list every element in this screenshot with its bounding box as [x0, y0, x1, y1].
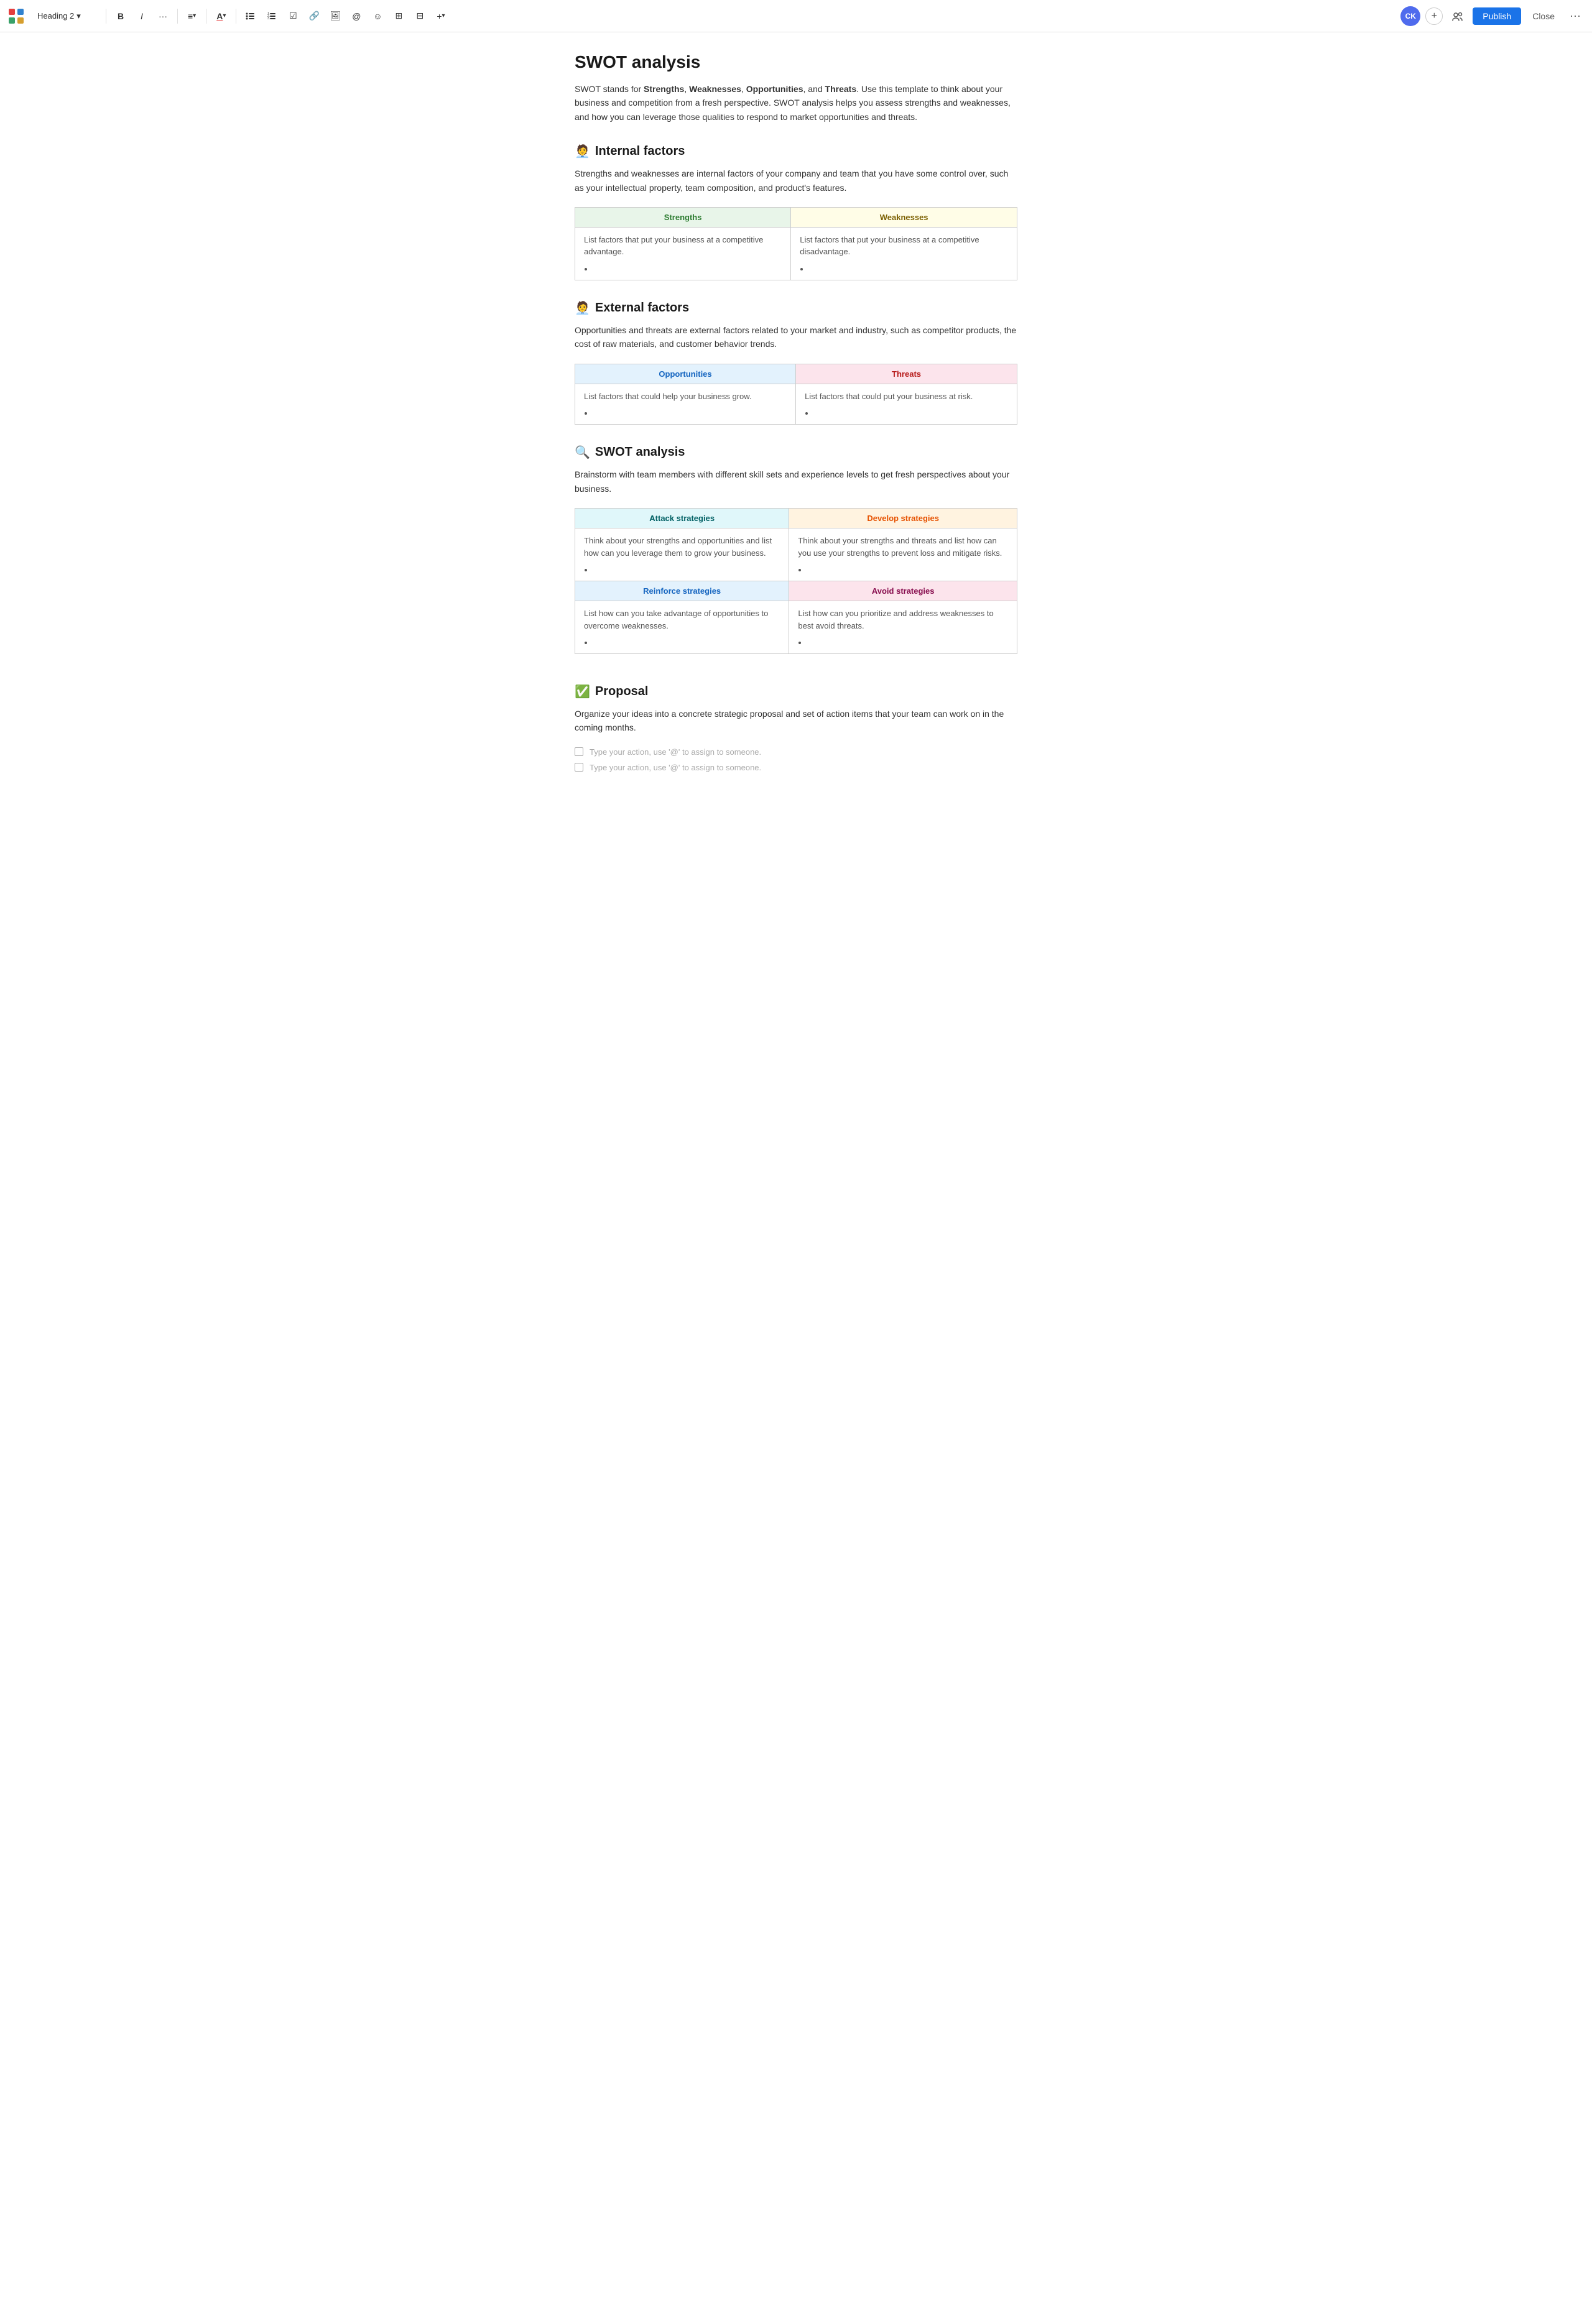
numbered-list-button[interactable]: 1.2.3. — [262, 7, 281, 25]
opportunities-header: Opportunities — [575, 364, 796, 384]
close-button[interactable]: Close — [1526, 7, 1561, 25]
reinforce-bullet-1 — [594, 638, 780, 647]
swot-analysis-intro: Brainstorm with team members with differ… — [575, 468, 1017, 496]
collaboration-button[interactable] — [1448, 6, 1468, 26]
publish-button[interactable]: Publish — [1473, 7, 1521, 25]
external-factors-intro: Opportunities and threats are external f… — [575, 323, 1017, 351]
strengths-cell[interactable]: List factors that put your business at a… — [575, 227, 791, 280]
internal-factors-heading: 🧑‍💼 Internal factors — [575, 144, 1017, 159]
insert-plus-icon: + — [437, 11, 442, 21]
proposal-intro: Organize your ideas into a concrete stra… — [575, 707, 1017, 735]
avoid-strategies-cell[interactable]: List how can you prioritize and address … — [789, 601, 1017, 654]
avoid-bullet-1 — [808, 638, 1008, 647]
threats-cell[interactable]: List factors that could put your busines… — [796, 384, 1017, 425]
weaknesses-cell[interactable]: List factors that put your business at a… — [791, 227, 1017, 280]
strengths-bullet-1 — [594, 264, 782, 274]
opportunities-cell[interactable]: List factors that could help your busine… — [575, 384, 796, 425]
document-content: SWOT analysis SWOT stands for Strengths,… — [560, 32, 1032, 828]
avoid-strategies-header: Avoid strategies — [789, 581, 1017, 601]
checklist-button[interactable]: ☑ — [284, 7, 302, 25]
weaknesses-header: Weaknesses — [791, 207, 1017, 227]
action-item-1: Type your action, use '@' to assign to s… — [575, 747, 1017, 757]
mention-button[interactable]: @ — [347, 7, 366, 25]
action-text-2[interactable]: Type your action, use '@' to assign to s… — [590, 763, 761, 772]
external-factors-heading: 🧑‍💼 External factors — [575, 300, 1017, 316]
insert-more-button[interactable]: + ▾ — [432, 7, 450, 25]
proposal-heading: ✅ Proposal — [575, 684, 1017, 699]
opportunities-bullet-1 — [594, 408, 787, 418]
add-collaborator-button[interactable]: + — [1425, 7, 1443, 25]
emoji-button[interactable]: ☺ — [368, 7, 387, 25]
external-icon: 🧑‍💼 — [575, 300, 590, 316]
app-logo — [7, 7, 25, 25]
bullet-list-button[interactable] — [241, 7, 260, 25]
heading-style-select[interactable]: Heading 2 ▾ — [32, 9, 101, 24]
link-button[interactable]: 🔗 — [305, 7, 323, 25]
proposal-icon: ✅ — [575, 684, 590, 699]
align-chevron-icon: ▾ — [193, 12, 196, 19]
columns-button[interactable]: ⊟ — [410, 7, 429, 25]
more-options-button[interactable]: ··· — [1566, 7, 1585, 25]
swot-analysis-table: Attack strategies Develop strategies Thi… — [575, 508, 1017, 654]
develop-bullet-1 — [808, 565, 1008, 574]
heading-style-label: Heading 2 — [37, 11, 74, 21]
toolbar-divider-2 — [177, 9, 178, 24]
strengths-header: Strengths — [575, 207, 791, 227]
attack-strategies-cell[interactable]: Think about your strengths and opportuni… — [575, 528, 789, 581]
insert-chevron-icon: ▾ — [442, 12, 445, 19]
action-checkbox-1[interactable] — [575, 747, 583, 756]
internal-icon: 🧑‍💼 — [575, 144, 590, 159]
italic-button[interactable]: I — [132, 7, 151, 25]
external-factors-table: Opportunities Threats List factors that … — [575, 364, 1017, 425]
svg-text:3.: 3. — [267, 17, 270, 21]
document-intro: SWOT stands for Strengths, Weaknesses, O… — [575, 82, 1017, 124]
action-text-1[interactable]: Type your action, use '@' to assign to s… — [590, 747, 761, 757]
toolbar: Heading 2 ▾ B I ··· ≡ ▾ A ▾ 1.2.3. ☑ 🔗 🖼… — [0, 0, 1592, 32]
font-color-button[interactable]: A ▾ — [211, 7, 231, 25]
font-color-label: A — [216, 11, 223, 21]
font-color-chevron-icon: ▾ — [223, 12, 226, 19]
internal-factors-intro: Strengths and weaknesses are internal fa… — [575, 167, 1017, 195]
develop-strategies-cell[interactable]: Think about your strengths and threats a… — [789, 528, 1017, 581]
avatar[interactable]: CK — [1400, 6, 1420, 26]
reinforce-strategies-cell[interactable]: List how can you take advantage of oppor… — [575, 601, 789, 654]
align-icon: ≡ — [188, 11, 193, 21]
bold-button[interactable]: B — [111, 7, 130, 25]
image-button[interactable]: 🖼 — [326, 7, 345, 25]
threats-bullet-1 — [815, 408, 1008, 418]
swot-analysis-heading: 🔍 SWOT analysis — [575, 445, 1017, 460]
internal-factors-table: Strengths Weaknesses List factors that p… — [575, 207, 1017, 280]
weaknesses-bullet-1 — [810, 264, 1008, 274]
attack-strategies-header: Attack strategies — [575, 509, 789, 528]
action-item-2: Type your action, use '@' to assign to s… — [575, 763, 1017, 772]
attack-bullet-1 — [594, 565, 780, 574]
reinforce-strategies-header: Reinforce strategies — [575, 581, 789, 601]
table-button[interactable]: ⊞ — [389, 7, 408, 25]
toolbar-right: CK + Publish Close ··· — [1400, 6, 1585, 26]
more-format-button[interactable]: ··· — [154, 7, 172, 25]
heading-chevron-icon: ▾ — [76, 11, 81, 21]
develop-strategies-header: Develop strategies — [789, 509, 1017, 528]
swot-analysis-icon: 🔍 — [575, 445, 590, 460]
document-title[interactable]: SWOT analysis — [575, 52, 1017, 72]
align-button[interactable]: ≡ ▾ — [183, 7, 201, 25]
threats-header: Threats — [796, 364, 1017, 384]
action-checkbox-2[interactable] — [575, 763, 583, 772]
